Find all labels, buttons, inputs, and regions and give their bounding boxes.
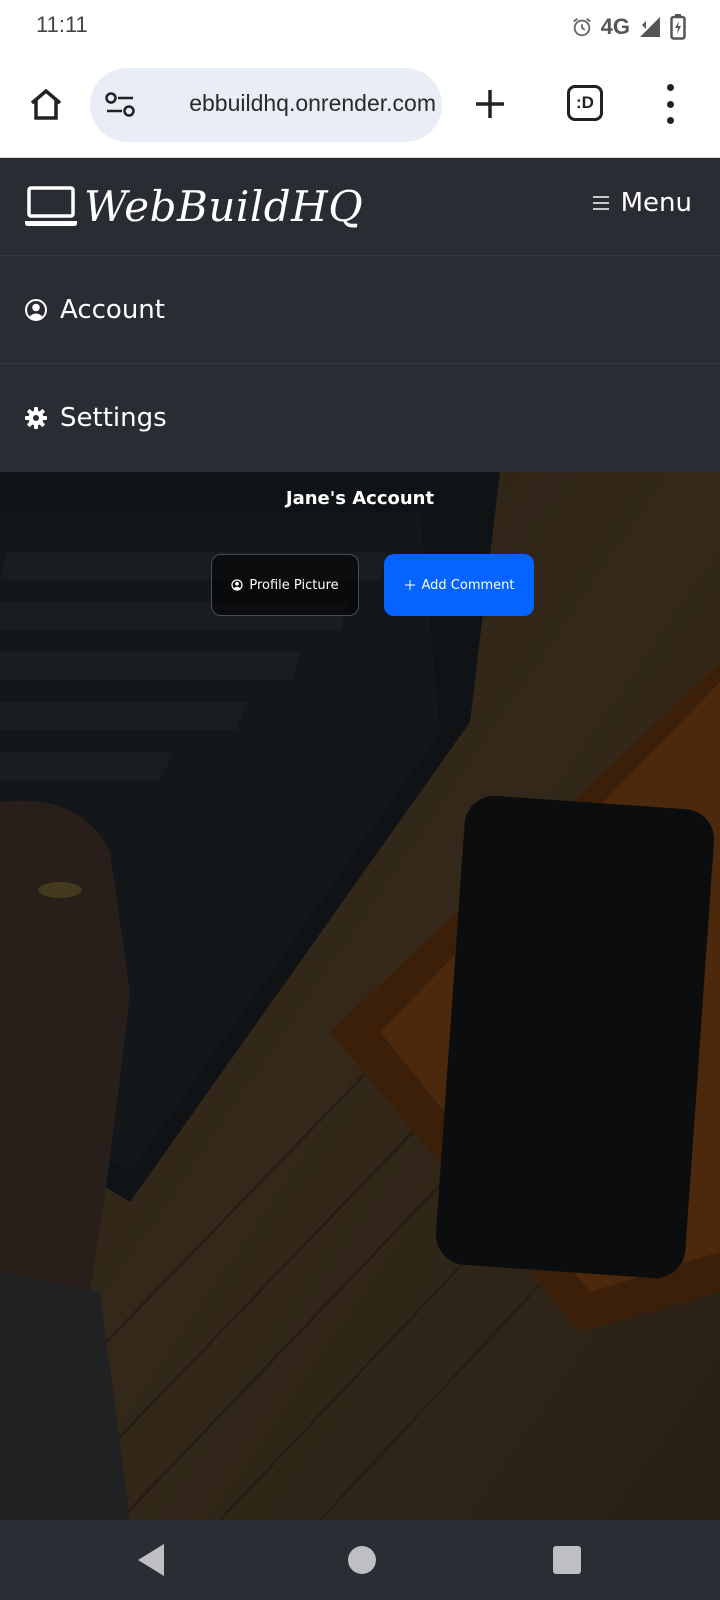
brand-link[interactable]: WebBuildHQ — [24, 178, 363, 234]
status-bar: 11:11 4G — [0, 0, 720, 54]
new-tab-icon[interactable] — [470, 84, 510, 124]
nav-item-label: Settings — [60, 403, 167, 433]
url-text[interactable]: ebbuildhq.onrender.com — [146, 90, 436, 117]
recents-icon[interactable] — [553, 1546, 581, 1574]
account-title: Jane's Account — [285, 488, 435, 509]
laptop-icon — [25, 186, 77, 226]
signal-icon — [640, 17, 660, 37]
hero-overlay — [0, 472, 720, 1520]
gear-icon — [25, 407, 47, 429]
nav-item-settings[interactable]: Settings — [0, 364, 720, 472]
profile-picture-button[interactable]: Profile Picture — [211, 554, 359, 616]
home-circle-icon[interactable] — [348, 1546, 376, 1574]
hamburger-icon — [592, 196, 609, 210]
browser-toolbar: ebbuildhq.onrender.com :D — [0, 54, 720, 158]
system-navigation-bar — [0, 1520, 720, 1600]
more-vert-icon[interactable] — [662, 84, 678, 124]
menu-label: Menu — [620, 188, 692, 218]
nav-menu: Account Settings — [0, 256, 720, 472]
nav-item-label: Account — [60, 294, 165, 325]
site-info-icon[interactable] — [104, 90, 136, 120]
brand-name: WebBuildHQ — [84, 181, 364, 231]
back-icon[interactable] — [136, 1542, 166, 1578]
network-type: 4G — [600, 14, 630, 39]
status-icons: 4G — [571, 12, 686, 42]
url-bar[interactable]: ebbuildhq.onrender.com — [90, 68, 442, 142]
user-circle-icon — [231, 579, 243, 591]
add-comment-label: Add Comment — [421, 577, 515, 593]
tab-switcher-button[interactable]: :D — [567, 85, 603, 121]
alarm-icon — [572, 18, 591, 37]
profile-picture-label: Profile Picture — [249, 577, 339, 593]
menu-toggle-button[interactable]: Menu — [591, 188, 692, 218]
home-icon[interactable] — [26, 84, 66, 124]
plus-icon — [404, 580, 415, 590]
site-navbar: WebBuildHQ Menu — [0, 158, 720, 256]
status-time: 11:11 — [36, 12, 88, 37]
nav-item-account[interactable]: Account — [0, 256, 720, 364]
add-comment-button[interactable]: Add Comment — [384, 554, 534, 616]
battery-charging-icon — [670, 14, 686, 40]
user-circle-icon — [25, 298, 47, 321]
hero-section: Jane's Account Profile Picture Add Comme… — [0, 472, 720, 1520]
